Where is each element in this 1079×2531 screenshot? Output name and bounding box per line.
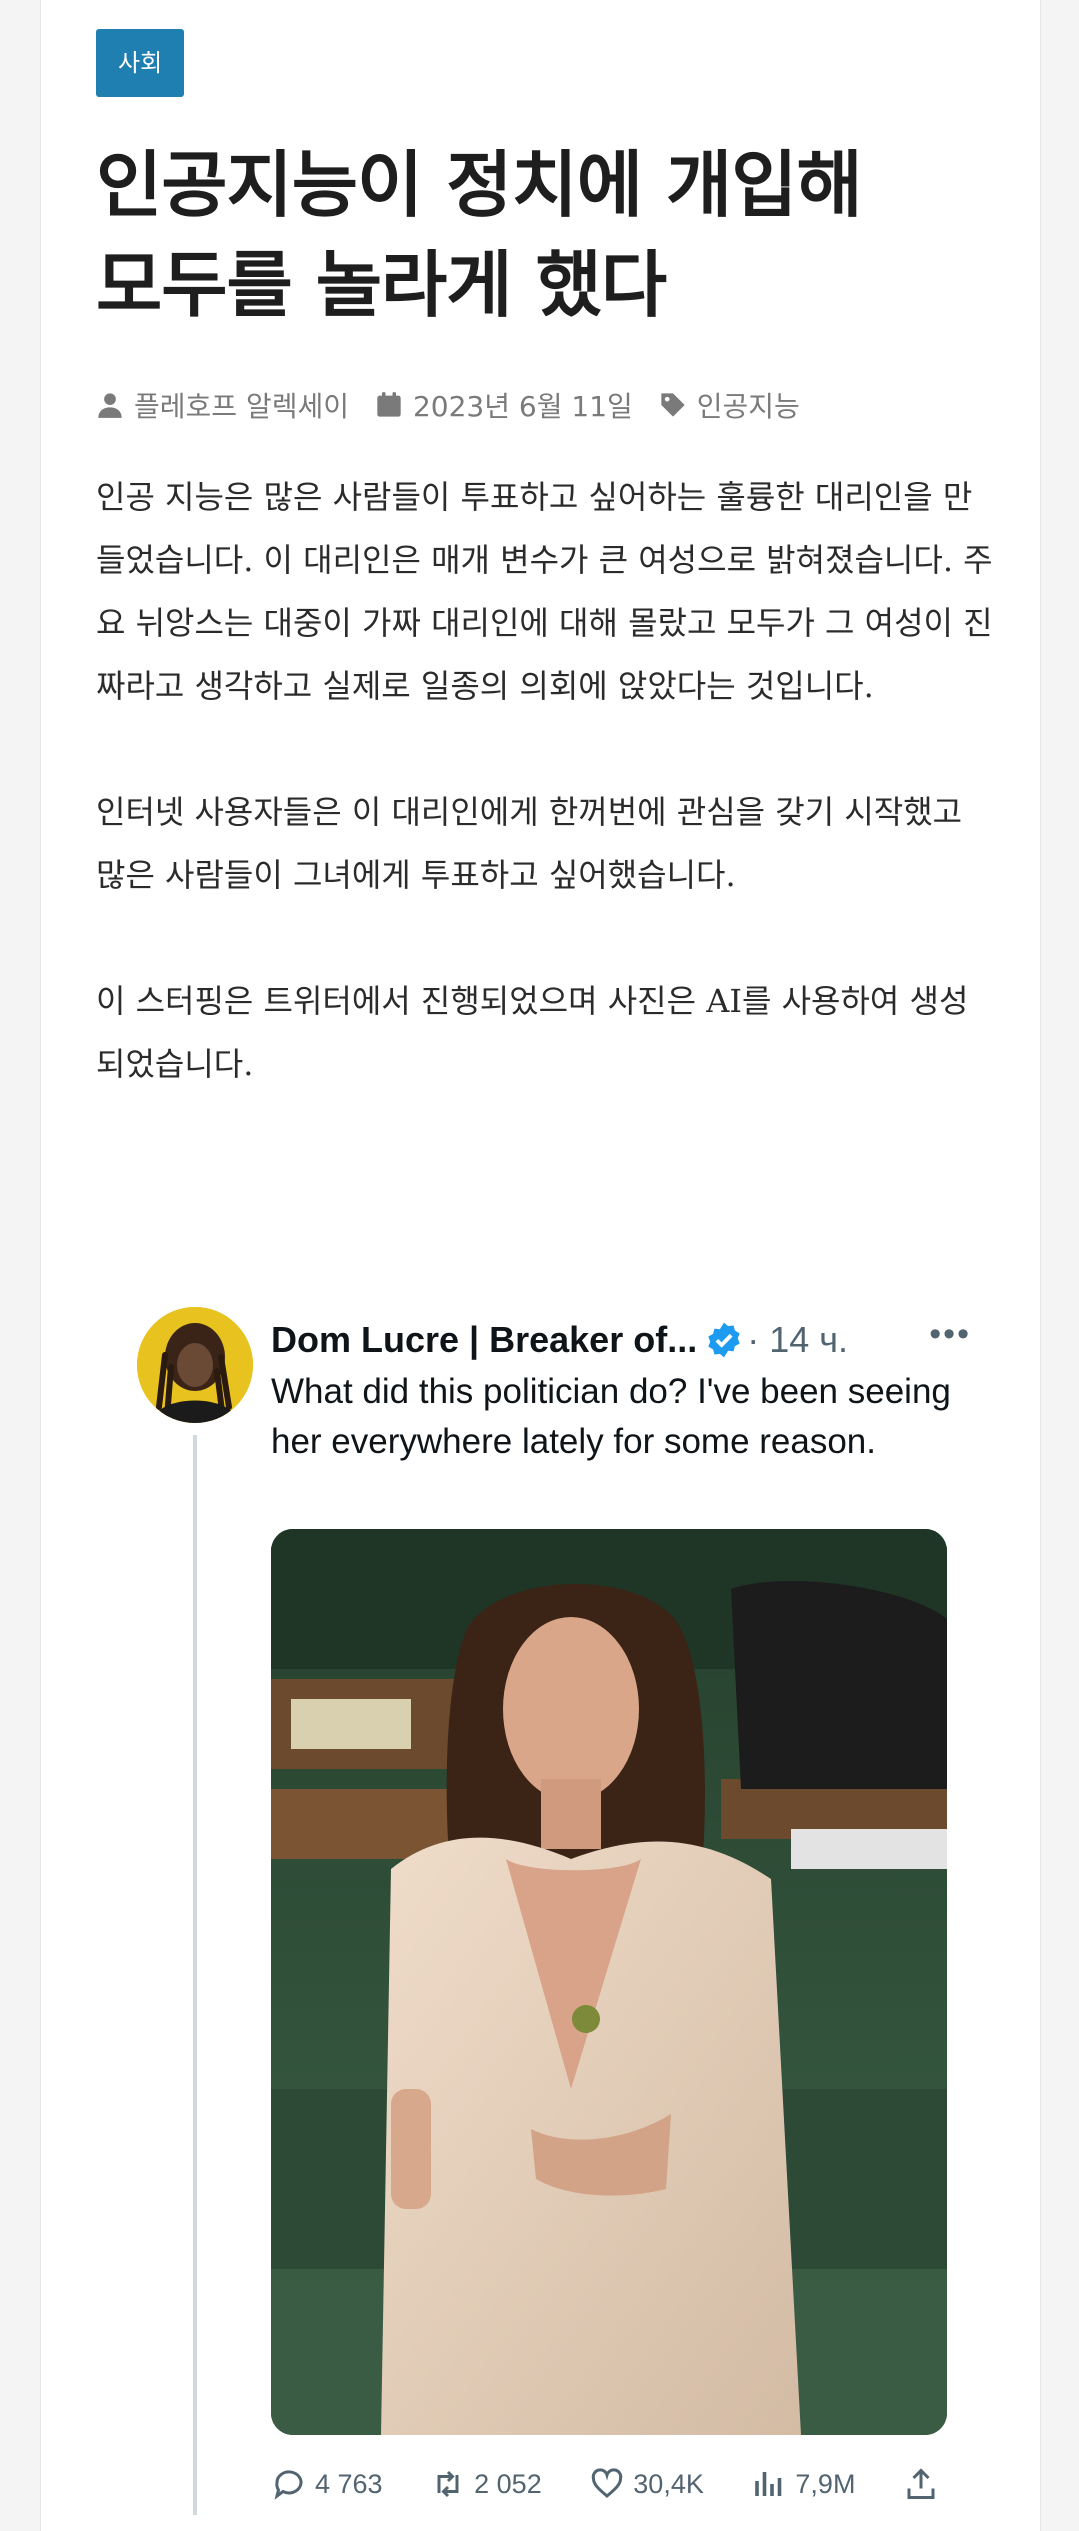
like-count: 30,4K (633, 2468, 704, 2499)
paragraph-2: 인터넷 사용자들은 이 대리인에게 한꺼번에 관심을 갖기 시작했고 많은 사람… (96, 793, 963, 894)
author-name[interactable]: 플레호프 알렉세이 (134, 385, 349, 425)
publish-date: 2023년 6월 11일 (412, 390, 633, 423)
article-page: 사회 인공지능이 정치에 개입해 모두를 놀라게 했다 플레호프 알렉세이 20… (40, 0, 1041, 2531)
paragraph-3: 이 스터핑은 트위터에서 진행되었으며 사진은 AI를 사용하여 생성되었습니다… (96, 982, 969, 1083)
views-button[interactable]: 7,9M (751, 2466, 855, 2502)
paragraph-1: 인공 지능은 많은 사람들이 투표하고 싶어하는 훌륭한 대리인을 만들었습니다… (96, 478, 993, 705)
tweet-author[interactable]: Dom Lucre | Breaker of... (271, 1319, 697, 1361)
calendar-icon (377, 392, 401, 417)
tweet-time[interactable]: · 14 ч. (747, 1319, 848, 1361)
tag-label[interactable]: 인공지능 (697, 385, 800, 425)
tweet-header: Dom Lucre | Breaker of... · 14 ч. ••• (271, 1315, 971, 1365)
thread-line (193, 1435, 197, 2515)
retweet-button[interactable]: 2 052 (430, 2466, 542, 2502)
tag-icon (661, 393, 685, 417)
heart-icon (592, 2468, 623, 2498)
share-button[interactable] (903, 2466, 947, 2502)
tweet-photo[interactable] (271, 1529, 947, 2435)
views-icon (755, 2472, 782, 2496)
title-line-1: 인공지능이 정치에 개입해 (96, 143, 863, 227)
page-title: 인공지능이 정치에 개입해 모두를 놀라게 했다 (96, 135, 996, 335)
meta-date: 2023년 6월 11일 (375, 385, 633, 425)
tweet-actions: 4 763 2 052 30,4K 7,9M (271, 2459, 947, 2509)
embedded-tweet: Dom Lucre | Breaker of... · 14 ч. ••• Wh… (137, 1307, 997, 2531)
avatar[interactable] (137, 1307, 253, 1423)
title-line-2: 모두를 놀라게 했다 (96, 243, 667, 327)
share-icon (907, 2468, 935, 2499)
category-badge[interactable]: 사회 (96, 29, 185, 97)
reply-count: 4 763 (315, 2468, 383, 2499)
article-meta: 플레호프 알렉세이 2023년 6월 11일 인공지능 (96, 383, 996, 427)
retweet-icon (437, 2470, 459, 2498)
views-count: 7,9M (795, 2468, 856, 2499)
like-button[interactable]: 30,4K (589, 2466, 704, 2502)
user-icon (98, 393, 122, 418)
tweet-text: What did this politician do? I've been s… (271, 1372, 951, 1461)
reply-icon (274, 2470, 303, 2500)
verified-badge-icon (708, 1322, 740, 1358)
retweet-count: 2 052 (474, 2468, 542, 2499)
article-body: 인공 지능은 많은 사람들이 투표하고 싶어하는 훌륭한 대리인을 만들었습니다… (96, 466, 996, 1159)
meta-author[interactable]: 플레호프 알렉세이 (96, 385, 349, 425)
meta-tag[interactable]: 인공지능 (659, 385, 800, 425)
reply-button[interactable]: 4 763 (271, 2466, 383, 2502)
more-options-icon[interactable]: ••• (929, 1315, 971, 1354)
